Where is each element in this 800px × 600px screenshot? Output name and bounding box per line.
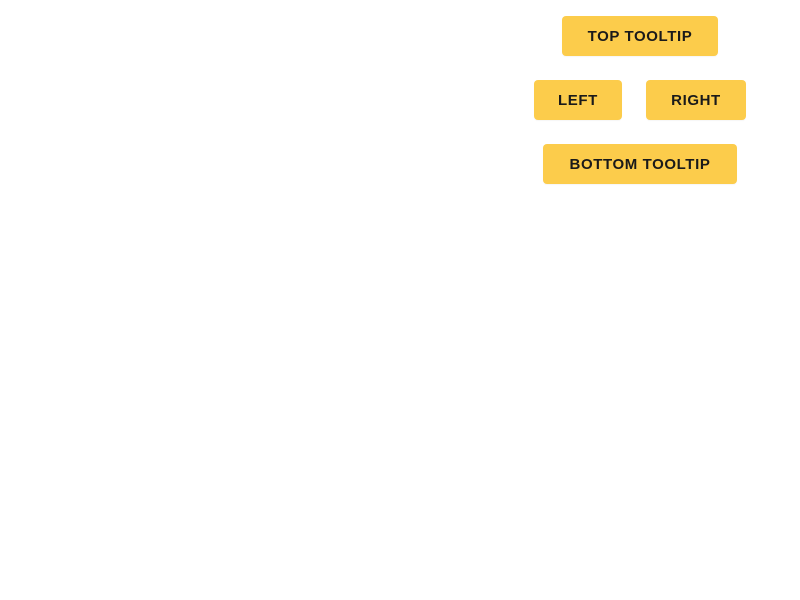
right-tooltip-button[interactable]: RIGHT: [646, 80, 746, 120]
top-tooltip-button[interactable]: TOP TOOLTIP: [562, 16, 718, 56]
page-canvas: TOP TOOLTIP LEFT RIGHT BOTTOM TOOLTIP: [0, 0, 800, 600]
bottom-tooltip-button[interactable]: BOTTOM TOOLTIP: [543, 144, 737, 184]
left-tooltip-button[interactable]: LEFT: [534, 80, 622, 120]
